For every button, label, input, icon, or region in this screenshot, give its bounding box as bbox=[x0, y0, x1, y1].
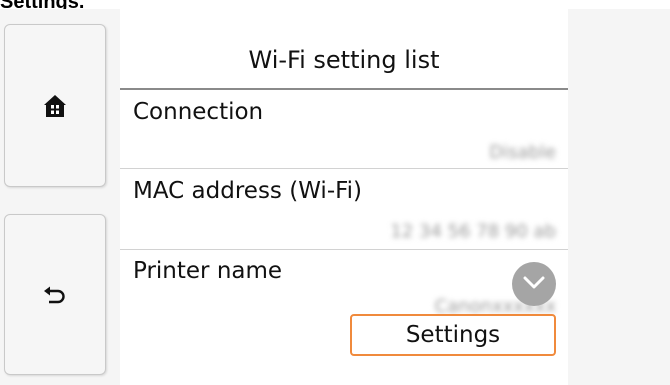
mac-address-value: 12 34 56 78 90 ab bbox=[390, 221, 556, 242]
panel-title: Wi-Fi setting list bbox=[248, 46, 440, 74]
title-divider bbox=[120, 88, 568, 90]
home-button[interactable] bbox=[4, 24, 106, 187]
row-divider bbox=[120, 249, 568, 250]
expand-dropdown-button[interactable] bbox=[512, 262, 556, 306]
connection-value: Disable bbox=[489, 142, 556, 163]
back-button[interactable] bbox=[4, 214, 106, 375]
connection-label: Connection bbox=[133, 99, 264, 125]
back-arrow-icon bbox=[43, 285, 67, 305]
settings-button[interactable]: Settings bbox=[350, 314, 556, 356]
home-icon bbox=[42, 93, 68, 119]
wifi-setting-list-panel: Wi-Fi setting list Connection Disable MA… bbox=[120, 9, 568, 385]
chevron-down-icon bbox=[523, 275, 545, 294]
printer-name-label: Printer name bbox=[133, 258, 283, 284]
row-divider bbox=[120, 168, 568, 169]
mac-address-label: MAC address (Wi-Fi) bbox=[133, 178, 363, 204]
scroll-area bbox=[568, 9, 670, 385]
